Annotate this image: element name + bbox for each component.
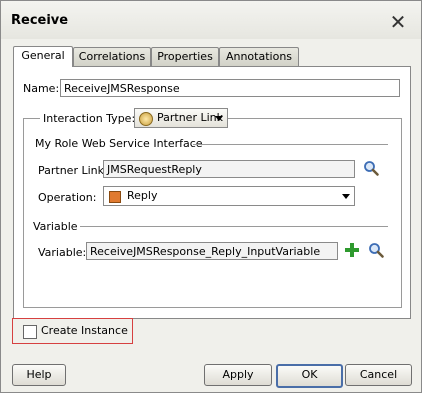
help-button[interactable]: Help (12, 364, 66, 386)
search-partner-link-button[interactable] (363, 160, 379, 176)
create-instance-checkbox[interactable] (23, 325, 37, 339)
name-field[interactable]: ReceiveJMSResponse (60, 79, 400, 97)
chevron-down-icon (342, 194, 350, 199)
ok-button[interactable]: OK (276, 364, 343, 388)
receive-dialog: Receive ✕ General Correlations Propertie… (0, 0, 422, 393)
my-role-section-label: My Role Web Service Interface (35, 137, 203, 150)
cancel-button[interactable]: Cancel (345, 364, 412, 386)
close-icon: ✕ (389, 10, 407, 34)
tab-correlations[interactable]: Correlations (73, 47, 151, 66)
create-instance-label[interactable]: Create Instance (41, 324, 128, 337)
general-panel: Name: ReceiveJMSResponse Interaction Typ… (13, 66, 411, 319)
operation-value: Reply (127, 189, 158, 202)
search-icon (364, 161, 379, 176)
add-icon (345, 243, 359, 257)
interaction-type-value: Partner Link (157, 111, 223, 124)
search-icon (369, 243, 384, 258)
section-divider (80, 226, 388, 227)
interaction-type-dropdown[interactable]: Partner Link (134, 108, 228, 128)
search-variable-button[interactable] (368, 242, 384, 258)
tab-general[interactable]: General (13, 46, 73, 67)
variable-section-label: Variable (33, 220, 78, 233)
section-divider (193, 144, 388, 145)
operation-icon (109, 191, 121, 203)
name-label: Name: (23, 82, 60, 95)
partner-link-label: Partner Link: (38, 164, 108, 177)
variable-field[interactable]: ReceiveJMSResponse_Reply_InputVariable (86, 242, 338, 260)
partner-link-icon (139, 112, 153, 126)
dialog-title: Receive (11, 13, 69, 28)
partner-link-field[interactable]: JMSRequestReply (103, 160, 355, 178)
add-variable-button[interactable] (344, 242, 360, 258)
variable-label: Variable: (38, 246, 87, 259)
interaction-type-label: Interaction Type: (40, 112, 139, 125)
tab-annotations[interactable]: Annotations (219, 47, 299, 66)
title-bar: Receive ✕ (1, 1, 421, 39)
chevron-down-icon (215, 116, 223, 121)
operation-dropdown[interactable]: Reply (103, 186, 355, 206)
operation-label: Operation: (38, 191, 97, 204)
apply-button[interactable]: Apply (204, 364, 272, 386)
close-button[interactable]: ✕ (387, 12, 409, 32)
tab-properties[interactable]: Properties (151, 47, 219, 66)
